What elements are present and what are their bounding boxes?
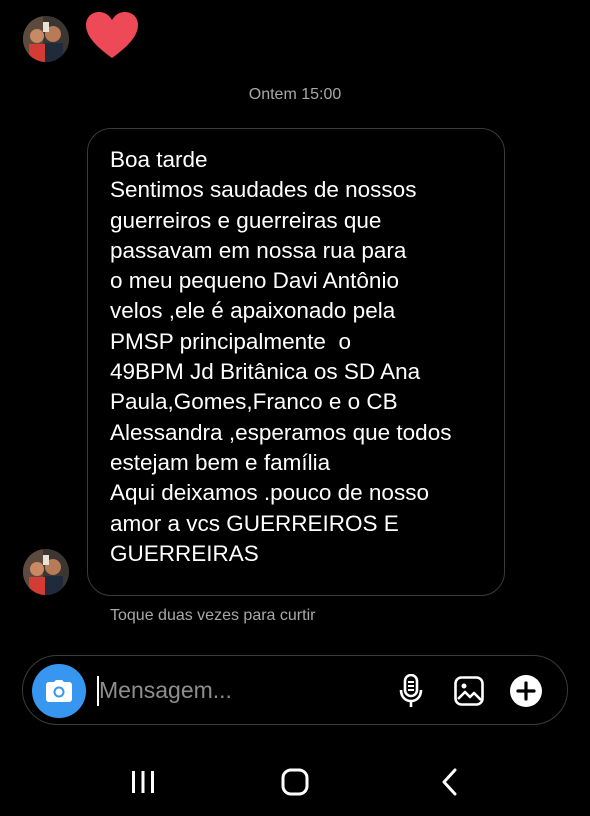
home-button[interactable] (270, 762, 320, 802)
heart-icon[interactable] (84, 11, 140, 61)
gallery-button[interactable] (450, 672, 488, 710)
message-bubble[interactable]: Boa tarde Sentimos saudades de nossos gu… (87, 128, 505, 596)
recents-button[interactable] (118, 762, 168, 802)
sender-avatar-image (23, 549, 69, 595)
message-line: passavam em nossa rua para (110, 237, 407, 263)
message-line: 49BPM Jd Britânica os SD Ana (110, 359, 421, 385)
avatar-image (23, 16, 69, 62)
message-line: o meu pequeno Davi Antônio (110, 268, 399, 294)
camera-button[interactable] (32, 664, 86, 718)
back-button[interactable] (425, 762, 475, 802)
message-line: Aqui deixamos .pouco de nosso (110, 480, 429, 506)
message-line: Boa tarde (110, 147, 208, 172)
message-line: velos ,ele é apaixonado pela (110, 298, 396, 324)
sender-avatar[interactable] (23, 549, 69, 595)
camera-icon (46, 680, 72, 702)
message-line: Sentimos saudades de nossos (110, 177, 417, 203)
message-line: GUERREIRAS (110, 540, 259, 566)
message-timestamp: Ontem 15:00 (248, 86, 342, 103)
message-line: guerreiros e guerreiras que (110, 207, 382, 233)
message-composer (22, 655, 568, 725)
message-line: estejam bem e família (110, 449, 331, 475)
home-icon (281, 768, 309, 796)
message-input[interactable] (99, 670, 379, 710)
message-line: PMSP principalmente o (110, 328, 351, 354)
double-tap-hint: Toque duas vezes para curtir (110, 607, 316, 624)
message-line: amor a vcs GUERREIROS E (110, 510, 399, 536)
add-button[interactable] (507, 672, 545, 710)
gallery-icon (454, 676, 484, 706)
message-line: Paula,Gomes,Franco e o CB (110, 389, 398, 415)
plus-icon (510, 675, 542, 707)
microphone-button[interactable] (392, 672, 430, 710)
message-line: Alessandra ,esperamos que todos (110, 419, 452, 445)
avatar[interactable] (23, 16, 69, 62)
microphone-icon (399, 674, 423, 707)
back-icon (442, 768, 457, 796)
recents-icon (132, 771, 154, 793)
system-navigation-bar (0, 750, 590, 816)
